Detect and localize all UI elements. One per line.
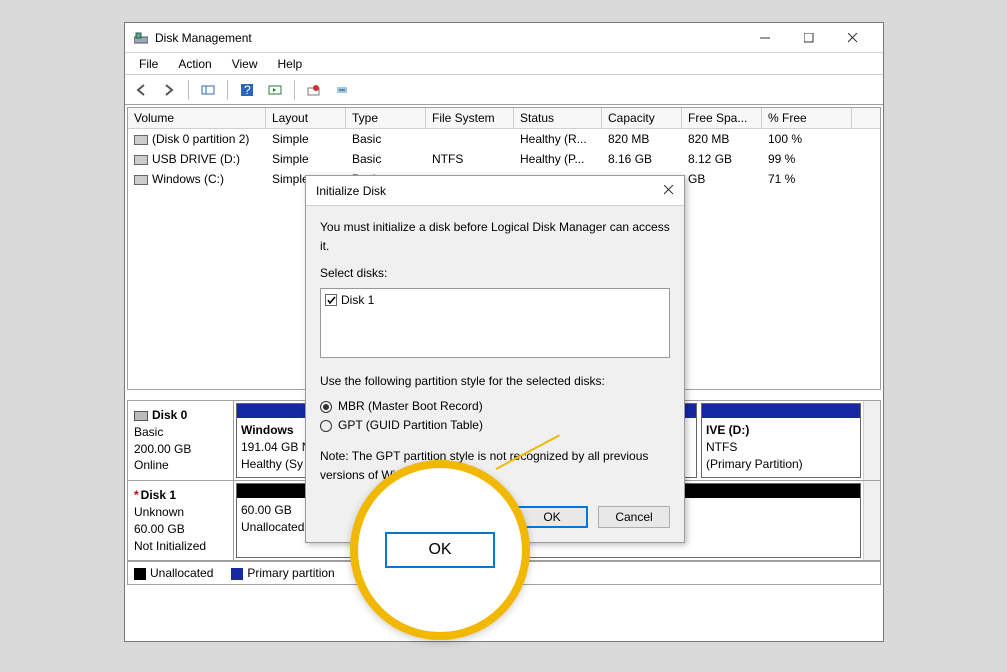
col-pctfree[interactable]: % Free xyxy=(762,108,852,128)
disk-icon xyxy=(134,411,148,421)
app-icon xyxy=(133,30,149,46)
menu-view[interactable]: View xyxy=(222,55,268,73)
radio-mbr-option[interactable]: MBR (Master Boot Record) xyxy=(320,397,670,416)
svg-text:?: ? xyxy=(244,83,251,97)
radio-icon xyxy=(320,401,332,413)
back-button[interactable] xyxy=(129,79,153,101)
titlebar: Disk Management xyxy=(125,23,883,53)
legend-swatch-unallocated xyxy=(134,568,146,580)
cancel-button[interactable]: Cancel xyxy=(598,506,670,528)
maximize-button[interactable] xyxy=(787,24,831,52)
disk-header: Disk 0 Basic 200.00 GB Online xyxy=(128,401,234,480)
select-disks-label: Select disks: xyxy=(320,264,670,283)
legend-swatch-primary xyxy=(231,568,243,580)
volume-icon xyxy=(134,155,148,165)
menu-help[interactable]: Help xyxy=(268,55,313,73)
callout-bubble: OK xyxy=(350,460,530,640)
dialog-title: Initialize Disk xyxy=(316,184,386,198)
table-header: Volume Layout Type File System Status Ca… xyxy=(128,108,880,129)
window-title: Disk Management xyxy=(155,31,252,45)
col-layout[interactable]: Layout xyxy=(266,108,346,128)
refresh-button[interactable] xyxy=(263,79,287,101)
col-free[interactable]: Free Spa... xyxy=(682,108,762,128)
col-capacity[interactable]: Capacity xyxy=(602,108,682,128)
dialog-message: You must initialize a disk before Logica… xyxy=(320,218,670,256)
table-row[interactable]: (Disk 0 partition 2) Simple Basic Health… xyxy=(128,129,880,149)
dialog-titlebar: Initialize Disk xyxy=(306,176,684,206)
checkbox-disk1[interactable] xyxy=(325,294,337,306)
radio-gpt-option[interactable]: GPT (GUID Partition Table) xyxy=(320,416,670,435)
menubar: File Action View Help xyxy=(125,53,883,75)
dialog-body: You must initialize a disk before Logica… xyxy=(306,206,684,498)
minimize-button[interactable] xyxy=(743,24,787,52)
disk-header: *Disk 1 Unknown 60.00 GB Not Initialized xyxy=(128,481,234,560)
table-row[interactable]: USB DRIVE (D:) Simple Basic NTFS Healthy… xyxy=(128,149,880,169)
partition[interactable]: IVE (D:) NTFS (Primary Partition) xyxy=(701,403,861,478)
scrollbar[interactable] xyxy=(863,401,880,480)
close-button[interactable] xyxy=(831,24,875,52)
toolbar: ? xyxy=(125,75,883,105)
col-status[interactable]: Status xyxy=(514,108,602,128)
forward-button[interactable] xyxy=(157,79,181,101)
menu-action[interactable]: Action xyxy=(168,55,221,73)
help-button[interactable]: ? xyxy=(235,79,259,101)
close-icon[interactable] xyxy=(664,184,674,198)
show-hide-button[interactable] xyxy=(196,79,220,101)
warning-icon: * xyxy=(134,488,139,502)
scrollbar[interactable] xyxy=(863,481,880,560)
properties-button[interactable] xyxy=(302,79,326,101)
ok-button[interactable]: OK xyxy=(516,506,588,528)
col-volume[interactable]: Volume xyxy=(128,108,266,128)
col-type[interactable]: Type xyxy=(346,108,426,128)
volume-icon xyxy=(134,135,148,145)
action-button[interactable] xyxy=(330,79,354,101)
radio-icon xyxy=(320,420,332,432)
partition-style-label: Use the following partition style for th… xyxy=(320,372,670,391)
menu-file[interactable]: File xyxy=(129,55,168,73)
disk-list[interactable]: Disk 1 xyxy=(320,288,670,358)
volume-icon xyxy=(134,175,148,185)
callout-ok-button: OK xyxy=(385,532,495,568)
col-filesystem[interactable]: File System xyxy=(426,108,514,128)
